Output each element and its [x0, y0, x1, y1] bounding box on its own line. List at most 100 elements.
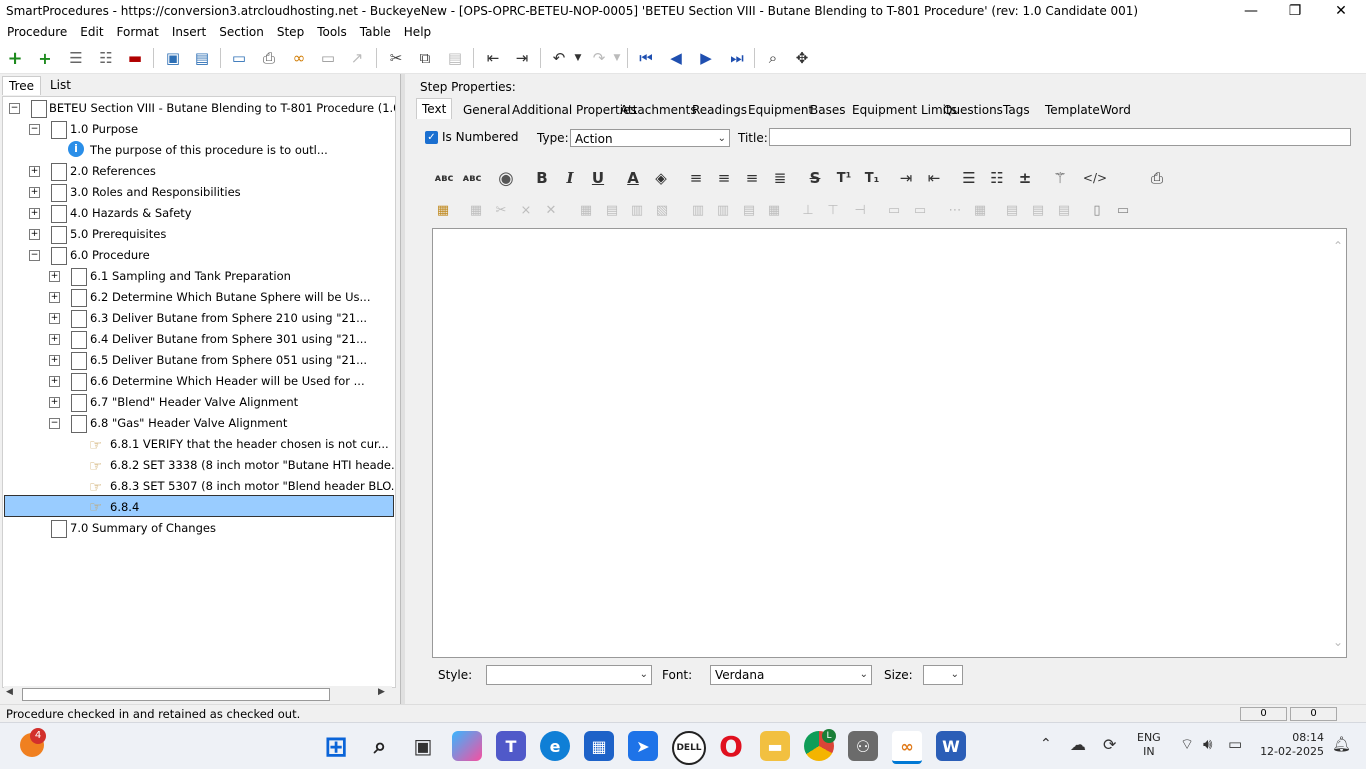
clock[interactable]: 08:14 12-02-2025	[1258, 731, 1324, 759]
table-tool-icon[interactable]: ▭	[1113, 200, 1133, 220]
tree-node-6-4[interactable]: 6.4 Deliver Butane from Sphere 301 using…	[90, 329, 367, 349]
move-icon[interactable]: ✥	[792, 48, 812, 68]
smartprocedures-icon[interactable]: ∞	[892, 731, 922, 764]
table-tool-icon[interactable]: ▯	[1087, 200, 1107, 220]
word-icon[interactable]: W	[936, 731, 966, 761]
scroll-thumb[interactable]	[22, 688, 330, 701]
wifi-icon[interactable]: ⌔	[1180, 735, 1194, 754]
scroll-down-icon[interactable]: ⌄	[1333, 635, 1343, 649]
is-numbered-checkbox[interactable]: ✓	[425, 131, 438, 144]
strikethrough-icon[interactable]: S	[803, 166, 827, 190]
indent-icon[interactable]: ⇥	[512, 48, 532, 68]
collapse-icon[interactable]: −	[29, 124, 40, 135]
table-tool-icon[interactable]: ⊥	[798, 200, 818, 220]
expand-icon[interactable]: +	[29, 187, 40, 198]
first-icon[interactable]: ⏮	[636, 48, 656, 68]
menu-section[interactable]: Section	[212, 23, 270, 39]
table-tool-icon[interactable]: ▭	[884, 200, 904, 220]
tree-node-purpose-text[interactable]: The purpose of this procedure is to outl…	[90, 140, 328, 160]
collapse-icon[interactable]: −	[49, 418, 60, 429]
edge-icon[interactable]: e	[540, 731, 570, 761]
italic-icon[interactable]: I	[558, 166, 582, 190]
table-tool-icon[interactable]: ✂	[491, 200, 511, 220]
tree-node-6-6[interactable]: 6.6 Determine Which Header will be Used …	[90, 371, 365, 391]
insert-table-icon[interactable]: ▦	[433, 200, 453, 220]
align-right-icon[interactable]: ≡	[740, 166, 764, 190]
table-tool-icon[interactable]: ▤	[1002, 200, 1022, 220]
scroll-left-icon[interactable]: ◀	[6, 687, 13, 697]
tab-tags[interactable]: Tags	[998, 100, 1035, 120]
table-tool-icon[interactable]: ▥	[688, 200, 708, 220]
find-icon[interactable]: ⌕	[763, 48, 783, 68]
font-select[interactable]: Verdana ⌄	[710, 665, 872, 685]
tree-node-6-8-3[interactable]: 6.8.3 SET 5307 (8 inch motor "Blend head…	[110, 476, 395, 496]
expand-icon[interactable]: +	[49, 292, 60, 303]
open-icon[interactable]: ▣	[163, 48, 183, 68]
table-tool-icon[interactable]: ⊣	[850, 200, 870, 220]
expand-icon[interactable]: +	[49, 355, 60, 366]
tab-tree[interactable]: Tree	[2, 76, 42, 95]
spellcheck-icon[interactable]: ᴀʙᴄ	[432, 166, 456, 190]
add-child-icon[interactable]: +	[35, 48, 55, 68]
next-icon[interactable]: ▶	[696, 48, 716, 68]
tree-node-6-8-2[interactable]: 6.8.2 SET 3338 (8 inch motor "Butane HTI…	[110, 455, 395, 475]
tree-root[interactable]: BETEU Section VIII - Butane Blending to …	[49, 98, 395, 118]
notification-bell-icon[interactable]: 🔔︎	[1332, 735, 1351, 753]
file-explorer-icon[interactable]: ▬	[760, 731, 790, 761]
menu-step[interactable]: Step	[270, 23, 310, 39]
chevron-up-icon[interactable]: ⌃	[1040, 736, 1052, 752]
subscript-icon[interactable]: T₁	[860, 166, 884, 190]
tree-node-prerequisites[interactable]: 5.0 Prerequisites	[70, 224, 166, 244]
tree-node-purpose[interactable]: 1.0 Purpose	[70, 119, 138, 139]
font-color-icon[interactable]: A	[621, 166, 645, 190]
menu-help[interactable]: Help	[397, 23, 437, 39]
bold-icon[interactable]: B	[530, 166, 554, 190]
tree-node-6-7[interactable]: 6.7 "Blend" Header Valve Alignment	[90, 392, 298, 412]
table-tool-icon[interactable]: ▦	[970, 200, 990, 220]
indent-right-icon[interactable]: ⇥	[894, 166, 918, 190]
table-tool-icon[interactable]: ▦	[764, 200, 784, 220]
task-view-icon[interactable]: ▣	[408, 731, 438, 761]
size-select[interactable]: ⌄	[923, 665, 963, 685]
window-icon[interactable]: ▭	[318, 48, 338, 68]
horizontal-rule-icon[interactable]: ±	[1013, 166, 1037, 190]
list-icon[interactable]: ☰	[66, 48, 86, 68]
monitor-icon[interactable]: ▭	[229, 48, 249, 68]
tab-list[interactable]: List	[44, 76, 77, 94]
tree-node-6-3[interactable]: 6.3 Deliver Butane from Sphere 210 using…	[90, 308, 367, 328]
tree-node-6-8-4[interactable]: 6.8.4	[110, 497, 139, 517]
print-preview-icon[interactable]: ⎙	[1145, 166, 1169, 190]
expand-icon[interactable]: +	[49, 397, 60, 408]
scroll-right-icon[interactable]: ▶	[378, 687, 385, 697]
list-alt-icon[interactable]: ☷	[96, 48, 116, 68]
menu-insert[interactable]: Insert	[165, 23, 212, 39]
dell-icon[interactable]: DELL	[672, 731, 706, 765]
windows-start-icon[interactable]: ⊞	[321, 730, 351, 763]
tree-node-6-1[interactable]: 6.1 Sampling and Tank Preparation	[90, 266, 291, 286]
type-select[interactable]: Action ⌄	[570, 129, 730, 147]
collapse-icon[interactable]: −	[29, 250, 40, 261]
expand-icon[interactable]: +	[29, 166, 40, 177]
tree-node-references[interactable]: 2.0 References	[70, 161, 156, 181]
table-tool-icon[interactable]: ▤	[1054, 200, 1074, 220]
table-tool-icon[interactable]: ▤	[602, 200, 622, 220]
tree-horizontal-scrollbar[interactable]: ◀ ▶	[4, 686, 392, 702]
record-icon[interactable]: ◉	[494, 166, 518, 190]
undo-icon[interactable]: ↶	[549, 48, 569, 68]
step-text-editor[interactable]: ⌃ ⌄	[432, 228, 1347, 658]
table-tool-icon[interactable]: ▤	[1028, 200, 1048, 220]
table-tool-icon[interactable]: ▦	[576, 200, 596, 220]
numbered-list-icon[interactable]: ☷	[985, 166, 1009, 190]
tree-node-6-5[interactable]: 6.5 Deliver Butane from Sphere 051 using…	[90, 350, 367, 370]
copilot-icon[interactable]	[452, 731, 482, 761]
underline-icon[interactable]: U	[586, 166, 610, 190]
editor-vertical-scrollbar[interactable]: ⌃ ⌄	[1330, 229, 1346, 657]
save-icon[interactable]: ▤	[192, 48, 212, 68]
menu-tools[interactable]: Tools	[310, 23, 353, 39]
menu-table[interactable]: Table	[353, 23, 397, 39]
redo-icon[interactable]: ↷	[589, 48, 609, 68]
close-button[interactable]: ✕	[1318, 0, 1364, 23]
power-automate-icon[interactable]: ➤	[628, 731, 658, 761]
style-select[interactable]: ⌄	[486, 665, 652, 685]
battery-icon[interactable]: ▭	[1228, 735, 1242, 753]
